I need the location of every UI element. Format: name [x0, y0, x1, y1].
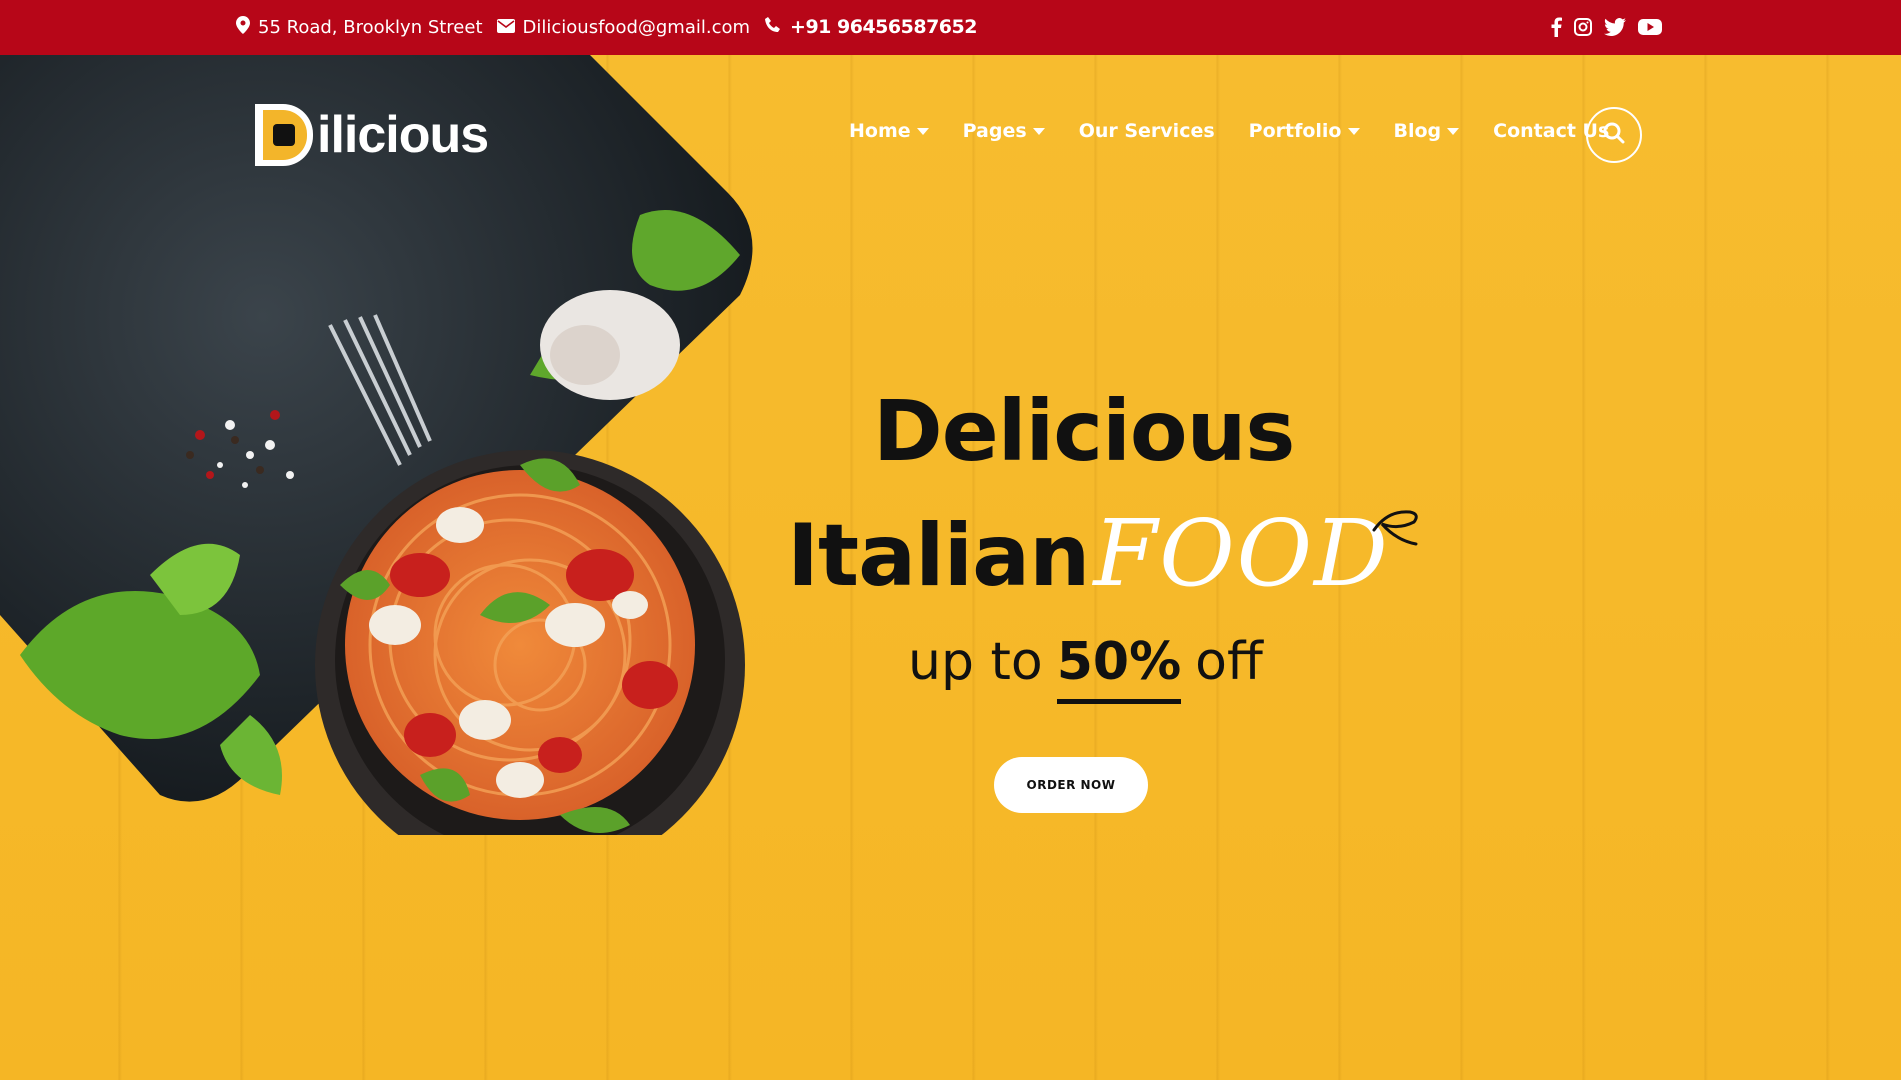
social-links: [1550, 0, 1662, 54]
hero-offer: up to 50% off: [908, 632, 1263, 704]
twitter-icon[interactable]: [1604, 18, 1626, 36]
nav-item-portfolio[interactable]: Portfolio: [1249, 120, 1360, 142]
youtube-icon[interactable]: [1638, 18, 1662, 36]
logo-text: ilicious: [317, 106, 489, 164]
main-nav: Home Pages Our Services Portfolio Blog C…: [849, 120, 1609, 142]
nav-item-blog[interactable]: Blog: [1394, 120, 1460, 142]
email-item[interactable]: Diliciousfood@gmail.com: [496, 17, 751, 38]
email-text[interactable]: Diliciousfood@gmail.com: [523, 17, 751, 38]
facebook-icon[interactable]: [1550, 17, 1562, 37]
address-item: 55 Road, Brooklyn Street: [236, 15, 483, 39]
map-pin-icon: [236, 15, 250, 39]
phone-text[interactable]: +91 96456587652: [790, 16, 977, 38]
food-image: [0, 55, 760, 880]
search-icon: [1603, 122, 1625, 148]
instagram-icon[interactable]: [1574, 18, 1592, 36]
squiggle-decoration: [1372, 510, 1418, 546]
nav-item-our-services[interactable]: Our Services: [1079, 120, 1215, 142]
hero-title-line1: Delicious: [873, 382, 1295, 480]
hero-title-food: FOOD: [1093, 500, 1390, 607]
nav-label[interactable]: Home: [849, 120, 911, 142]
nav-label[interactable]: Portfolio: [1249, 120, 1342, 142]
order-now-button[interactable]: ORDER NOW: [994, 757, 1148, 813]
address-text: 55 Road, Brooklyn Street: [258, 16, 483, 38]
offer-suffix: off: [1195, 632, 1263, 692]
nav-item-pages[interactable]: Pages: [963, 120, 1045, 142]
contact-info: 55 Road, Brooklyn Street Diliciousfood@g…: [236, 0, 977, 54]
offer-percent: 50%: [1056, 632, 1182, 704]
hero-title-line2: Italian FOOD: [787, 500, 1390, 607]
search-button[interactable]: [1586, 107, 1642, 163]
caret-down-icon: [1347, 127, 1360, 135]
nav-label[interactable]: Pages: [963, 120, 1027, 142]
phone-icon: [764, 16, 782, 39]
phone-item[interactable]: +91 96456587652: [764, 16, 977, 39]
caret-down-icon: [916, 127, 929, 135]
nav-item-home[interactable]: Home: [849, 120, 929, 142]
offer-prefix: up to: [908, 632, 1043, 692]
nav-label[interactable]: Blog: [1394, 120, 1442, 142]
logo-fork-icon: [255, 104, 313, 166]
site-logo[interactable]: ilicious: [255, 104, 489, 166]
caret-down-icon: [1447, 127, 1460, 135]
envelope-icon: [496, 17, 515, 38]
hero-title-italian: Italian: [787, 506, 1090, 606]
top-bar: 55 Road, Brooklyn Street Diliciousfood@g…: [0, 0, 1901, 55]
caret-down-icon: [1032, 127, 1045, 135]
nav-label[interactable]: Our Services: [1079, 120, 1215, 142]
